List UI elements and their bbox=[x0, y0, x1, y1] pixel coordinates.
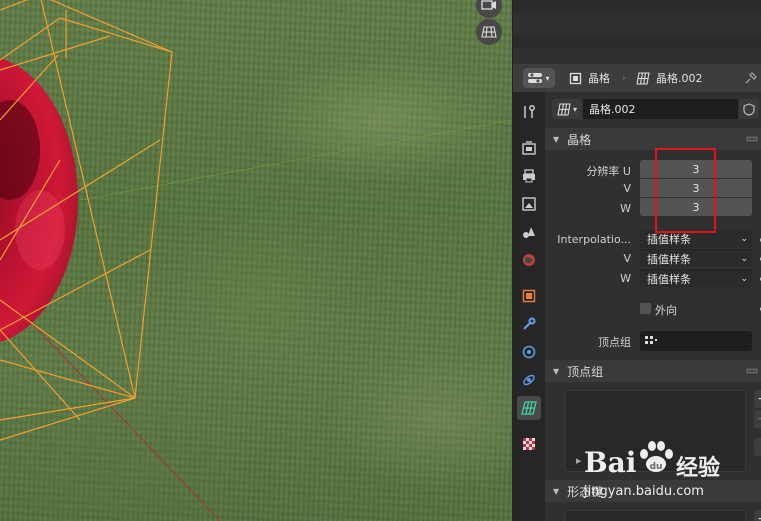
chevron-down-icon: ▾ bbox=[545, 73, 550, 83]
svg-text:du: du bbox=[650, 462, 663, 472]
top-strip bbox=[513, 0, 761, 12]
image-icon bbox=[522, 197, 536, 211]
vertex-group-field-label: 顶点组 bbox=[598, 336, 631, 349]
datablock-selector: ▾ 晶格.002 bbox=[552, 98, 760, 120]
add-shape-key-button[interactable]: + bbox=[754, 510, 761, 521]
properties-editor-icon bbox=[528, 73, 543, 83]
tab-world[interactable] bbox=[517, 248, 541, 272]
scene-icon bbox=[523, 227, 535, 238]
breadcrumb-object-name: 晶格 bbox=[588, 72, 610, 85]
expand-triangle-icon[interactable]: ▶ bbox=[576, 457, 581, 465]
section-vertex-groups-header[interactable]: ▼ 顶点组 bbox=[545, 360, 761, 382]
editor-type-button[interactable]: ▾ bbox=[523, 68, 555, 88]
interpolation-u-label: Interpolatio... bbox=[557, 233, 631, 246]
interpolation-u-value: 插值样条 bbox=[647, 233, 691, 246]
interpolation-w-value: 插值样条 bbox=[647, 272, 691, 286]
collapse-triangle-icon: ▼ bbox=[553, 134, 560, 144]
watermark-product: 经验 bbox=[676, 456, 721, 481]
grid-icon bbox=[481, 26, 497, 38]
interpolation-v-label: V bbox=[623, 252, 631, 265]
vertex-group-field[interactable] bbox=[640, 331, 752, 351]
resolution-v-label: V bbox=[623, 182, 631, 195]
fake-user-button[interactable] bbox=[739, 99, 759, 119]
wrench-icon bbox=[523, 317, 536, 330]
object-icon bbox=[522, 289, 536, 303]
tab-scene[interactable] bbox=[517, 220, 541, 244]
render-icon bbox=[522, 141, 536, 155]
paw-icon: du bbox=[640, 441, 673, 472]
collapse-triangle-icon: ▼ bbox=[553, 486, 560, 496]
shape-keys-list[interactable] bbox=[565, 510, 746, 521]
lattice-icon bbox=[636, 71, 650, 85]
section-lattice-header[interactable]: ▼ 晶格 bbox=[545, 128, 761, 150]
datablock-name-field[interactable]: 晶格.002 bbox=[583, 99, 738, 119]
lattice-data-icon bbox=[521, 401, 537, 415]
interpolation-w-select[interactable]: 插值样条 ⌄ bbox=[640, 269, 752, 287]
interpolation-w-label: W bbox=[620, 272, 631, 285]
viewport-scene bbox=[0, 0, 512, 521]
remove-vertex-group-button[interactable]: − bbox=[754, 410, 761, 428]
breadcrumb-separator-icon: › bbox=[622, 72, 626, 84]
breadcrumb-object: 晶格 bbox=[569, 70, 610, 86]
lattice-icon bbox=[557, 102, 571, 116]
breadcrumb-data: 晶格.002 bbox=[636, 70, 703, 86]
drag-handle-icon[interactable] bbox=[746, 136, 758, 142]
pin-icon[interactable] bbox=[744, 71, 758, 85]
grid-view-button[interactable] bbox=[476, 19, 502, 45]
chevron-down-icon: ⌄ bbox=[740, 234, 748, 244]
properties-tabs bbox=[513, 92, 545, 521]
watermark-brand: Bai bbox=[584, 446, 637, 479]
texture-icon bbox=[523, 438, 535, 450]
tab-particles[interactable] bbox=[517, 340, 541, 364]
object-icon bbox=[569, 72, 582, 84]
chevron-down-icon: ⌄ bbox=[740, 273, 748, 284]
collapse-triangle-icon: ▼ bbox=[553, 366, 560, 376]
drag-handle-icon[interactable] bbox=[746, 368, 758, 374]
tab-physics[interactable] bbox=[517, 368, 541, 392]
highlight-box bbox=[655, 148, 716, 233]
tab-texture[interactable] bbox=[517, 432, 541, 456]
vertex-group-icon bbox=[645, 336, 657, 344]
baidu-watermark: Bai du 经验 jingyan.baidu.com du bbox=[584, 440, 761, 506]
physics-icon bbox=[523, 374, 535, 386]
tab-tool[interactable] bbox=[517, 100, 541, 124]
interpolation-v-select[interactable]: 插值样条 ⌄ bbox=[640, 249, 752, 267]
tab-lattice-data[interactable] bbox=[517, 396, 541, 420]
datablock-browse-button[interactable]: ▾ bbox=[552, 99, 582, 119]
properties-header: ▾ 晶格 › 晶格.002 bbox=[513, 64, 761, 92]
interpolation-v-value: 插值样条 bbox=[647, 252, 691, 266]
add-vertex-group-button[interactable]: + bbox=[754, 390, 761, 408]
tab-object[interactable] bbox=[517, 284, 541, 308]
printer-icon bbox=[523, 169, 535, 183]
camera-icon bbox=[481, 0, 496, 10]
tool-icon bbox=[524, 105, 535, 118]
world-icon bbox=[523, 254, 535, 266]
shield-icon bbox=[743, 102, 755, 116]
section-vertex-groups-title: 顶点组 bbox=[567, 364, 604, 379]
chevron-down-icon: ▾ bbox=[572, 104, 577, 114]
outside-label: 外向 bbox=[655, 304, 677, 317]
chevron-down-icon: ⌄ bbox=[740, 253, 748, 264]
watermark-url: jingyan.baidu.com bbox=[584, 484, 704, 499]
particles-icon bbox=[522, 345, 536, 359]
tab-render[interactable] bbox=[517, 136, 541, 160]
outside-checkbox[interactable] bbox=[640, 303, 651, 314]
section-lattice-title: 晶格 bbox=[567, 132, 592, 147]
tab-output[interactable] bbox=[517, 164, 541, 188]
3d-viewport[interactable] bbox=[0, 0, 512, 521]
resolution-w-label: W bbox=[620, 202, 631, 215]
resolution-u-label: 分辨率 U bbox=[586, 165, 631, 178]
tab-view-layer[interactable] bbox=[517, 192, 541, 216]
breadcrumb-data-name: 晶格.002 bbox=[656, 72, 703, 85]
tab-modifiers[interactable] bbox=[517, 312, 541, 336]
top-strip-2 bbox=[513, 36, 761, 48]
